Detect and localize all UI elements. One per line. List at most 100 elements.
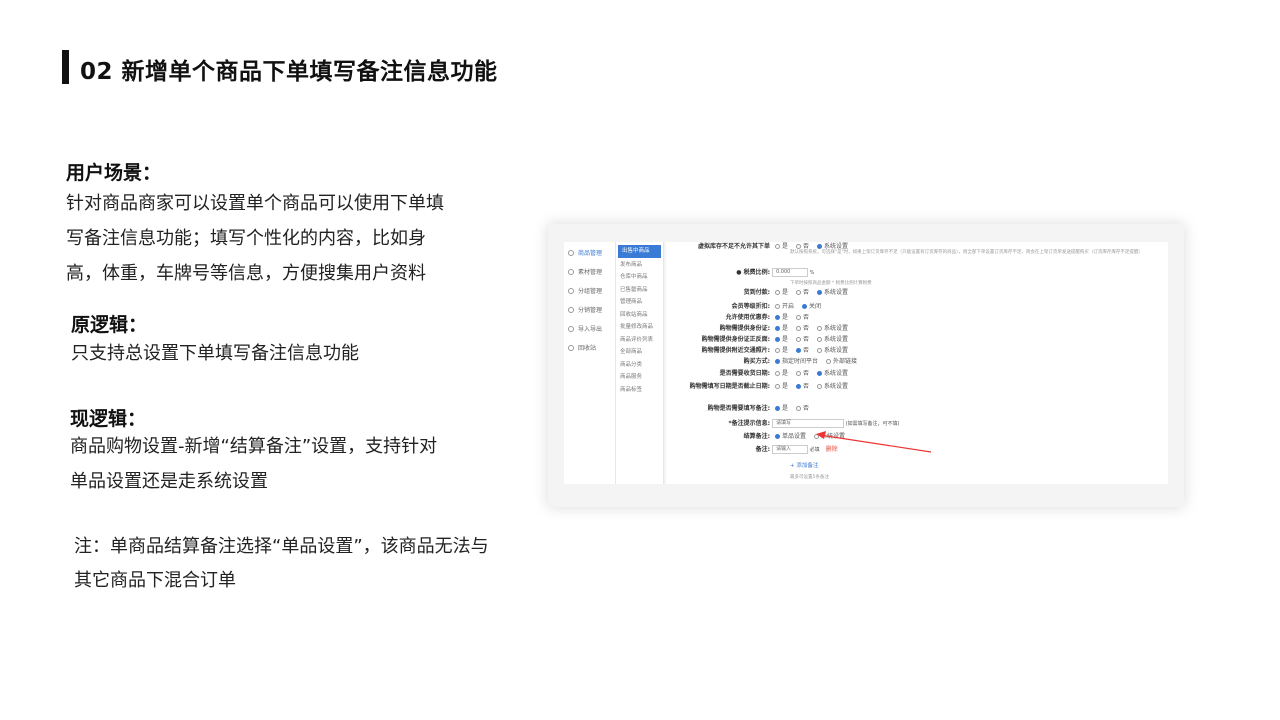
screenshot-form-row: 备注: 请输入 必填 删除 bbox=[666, 445, 1168, 455]
radio-button[interactable] bbox=[775, 406, 780, 411]
radio-button[interactable] bbox=[817, 290, 823, 295]
admin-screenshot: 商品管理 素材管理 分组管理 分销管理 导入导出 回收站 出售中商品 发布商品 仓库中商品 已售… bbox=[548, 224, 1184, 507]
radio-button[interactable] bbox=[817, 384, 823, 389]
add-note-hint: 最多可设置5条备注 bbox=[790, 475, 829, 480]
form-suffix: (如需填写备注，可不填) bbox=[844, 421, 900, 427]
form-input[interactable]: 0.000 bbox=[772, 268, 808, 277]
radio-button[interactable] bbox=[775, 384, 780, 389]
radio-label: 是 bbox=[782, 405, 789, 412]
radio-button[interactable] bbox=[817, 337, 823, 342]
radio-label: 是 bbox=[782, 243, 789, 250]
radio-button[interactable] bbox=[814, 434, 820, 439]
slide: 02 新增单个商品下单填写备注信息功能 用户场景： 针对商品商家可以设置单个商品… bbox=[0, 0, 1280, 720]
radio-button[interactable] bbox=[775, 371, 780, 376]
screenshot-subnav-item: 发布商品 bbox=[620, 261, 643, 268]
radio-label: 是 bbox=[782, 383, 789, 390]
form-suffix: 必填 bbox=[808, 447, 820, 453]
nav-label: 分销管理 bbox=[578, 307, 603, 314]
radio-button[interactable] bbox=[796, 384, 802, 389]
title-accent-bar bbox=[62, 50, 69, 84]
form-label: 虚拟库存不足不允许其下单 bbox=[697, 243, 770, 250]
screenshot-subnav-item: 商品标签 bbox=[620, 386, 643, 393]
screenshot-subnav-item: 商品服务 bbox=[620, 374, 643, 380]
radio-button[interactable] bbox=[775, 348, 780, 353]
radio-label: 是 bbox=[782, 336, 789, 343]
form-value: 是 否 系统设置 bbox=[772, 242, 853, 252]
form-value: 是 否 系统设置 bbox=[772, 288, 853, 298]
screenshot-subnav-item: 管理商品 bbox=[620, 299, 643, 305]
delete-link[interactable]: 删除 bbox=[826, 446, 838, 453]
radio-label: 否 bbox=[803, 405, 810, 412]
radio-button[interactable] bbox=[817, 326, 823, 331]
radio-button[interactable] bbox=[796, 348, 802, 353]
screenshot-form-row: 购物需提供附近交通照片: 是 否 系统设置 bbox=[666, 346, 1168, 356]
screenshot-form-row: 购物需提供身份证: 是 否 系统设置 bbox=[666, 324, 1168, 334]
form-input[interactable]: 请填写 bbox=[772, 419, 844, 428]
screenshot-nav-item: 分组管理 bbox=[564, 282, 615, 299]
screenshot-nav-item: 回收站 bbox=[564, 339, 615, 356]
radio-label: 单品设置 bbox=[782, 433, 807, 440]
nav-icon bbox=[568, 287, 574, 294]
screenshot-subnav-item: 回收站商品 bbox=[620, 311, 648, 318]
user-scene-line: 高，体重，车牌号等信息，方便搜集用户资料 bbox=[66, 263, 426, 284]
nav-icon bbox=[568, 344, 574, 351]
radio-button[interactable] bbox=[775, 326, 780, 331]
form-input[interactable]: 请输入 bbox=[772, 445, 808, 454]
radio-button[interactable] bbox=[796, 406, 802, 411]
screenshot-subnav-item: 商品分类 bbox=[620, 361, 643, 368]
radio-button[interactable] bbox=[775, 315, 780, 320]
radio-label: 系统设置 bbox=[824, 289, 849, 296]
radio-label: 指定时间平台 bbox=[782, 358, 819, 365]
screenshot-nav-item: 分销管理 bbox=[564, 301, 615, 318]
form-label: 购买方式: bbox=[743, 358, 770, 365]
screenshot-subnav-item: 批量修改商品 bbox=[620, 324, 654, 330]
radio-button[interactable] bbox=[802, 304, 808, 309]
radio-button[interactable] bbox=[796, 315, 802, 320]
radio-button[interactable] bbox=[796, 326, 802, 331]
radio-label: 否 bbox=[803, 347, 810, 354]
screenshot-form-row: 虚拟库存不足不允许其下单 是 否 系统设置 bbox=[666, 242, 1168, 252]
screenshot-form-row: 购物需提供身份证正反面: 是 否 系统设置 bbox=[666, 335, 1168, 345]
form-value: 请输入 必填 删除 bbox=[772, 445, 838, 455]
radio-button[interactable] bbox=[796, 371, 802, 376]
radio-label: 是 bbox=[782, 289, 789, 296]
page-title: 02 新增单个商品下单填写备注信息功能 bbox=[80, 59, 498, 85]
radio-button[interactable] bbox=[775, 337, 780, 342]
form-label: *备注提示信息: bbox=[728, 420, 770, 427]
form-value: 是 否 系统设置 bbox=[772, 346, 853, 356]
form-label: 结算备注: bbox=[743, 433, 770, 440]
add-note-link[interactable]: + 添加备注 bbox=[790, 461, 818, 469]
form-value: 是 否 系统设置 bbox=[772, 324, 853, 334]
nav-label: 回收站 bbox=[578, 345, 597, 352]
radio-label: 否 bbox=[803, 325, 810, 332]
form-value: 开启 关闭 bbox=[772, 302, 826, 312]
screenshot-nav-item: 商品管理 bbox=[564, 244, 615, 261]
note-text: 注：单商品结算备注选择“单品设置”，该商品无法与其它商品下混合订单 bbox=[74, 536, 489, 591]
radio-button[interactable] bbox=[796, 290, 802, 295]
radio-label: 是 bbox=[782, 370, 789, 377]
radio-button[interactable] bbox=[775, 434, 780, 439]
radio-label: 系统设置 bbox=[824, 370, 849, 377]
radio-button[interactable] bbox=[796, 337, 802, 342]
form-label: 购物是否需要填写备注: bbox=[707, 405, 770, 412]
form-value: 是 否 系统设置 bbox=[772, 382, 853, 392]
screenshot-nav-item: 素材管理 bbox=[564, 263, 615, 280]
radio-button[interactable] bbox=[775, 290, 780, 295]
screenshot-subnav-item: 已售罄商品 bbox=[620, 286, 648, 293]
form-label: 购物需提供身份证: bbox=[719, 325, 770, 332]
form-value: 是否 bbox=[772, 404, 814, 414]
radio-button[interactable] bbox=[775, 304, 780, 309]
radio-button[interactable] bbox=[775, 359, 780, 364]
radio-button[interactable] bbox=[817, 348, 823, 353]
radio-button[interactable] bbox=[817, 244, 823, 249]
screenshot-form-row: 购买方式: 指定时间平台 外部链接 bbox=[666, 357, 1168, 367]
tax-hint: 下单时按照商品金额 * 税费比例计算税费 bbox=[790, 281, 872, 286]
screenshot-form-row: ● 税费比例: 0.000 % bbox=[666, 268, 1168, 278]
radio-button[interactable] bbox=[796, 244, 802, 249]
radio-button[interactable] bbox=[775, 244, 780, 249]
secondary-sidebar: 出售中商品 发布商品 仓库中商品 已售罄商品 管理商品 回收站商品 批量修改商品 商品评价列表… bbox=[616, 242, 664, 484]
radio-button[interactable] bbox=[826, 359, 832, 364]
form-value: 0.000 % bbox=[772, 268, 814, 278]
radio-button[interactable] bbox=[817, 371, 823, 376]
form-value: 请填写 (如需填写备注，可不填) bbox=[772, 419, 900, 429]
